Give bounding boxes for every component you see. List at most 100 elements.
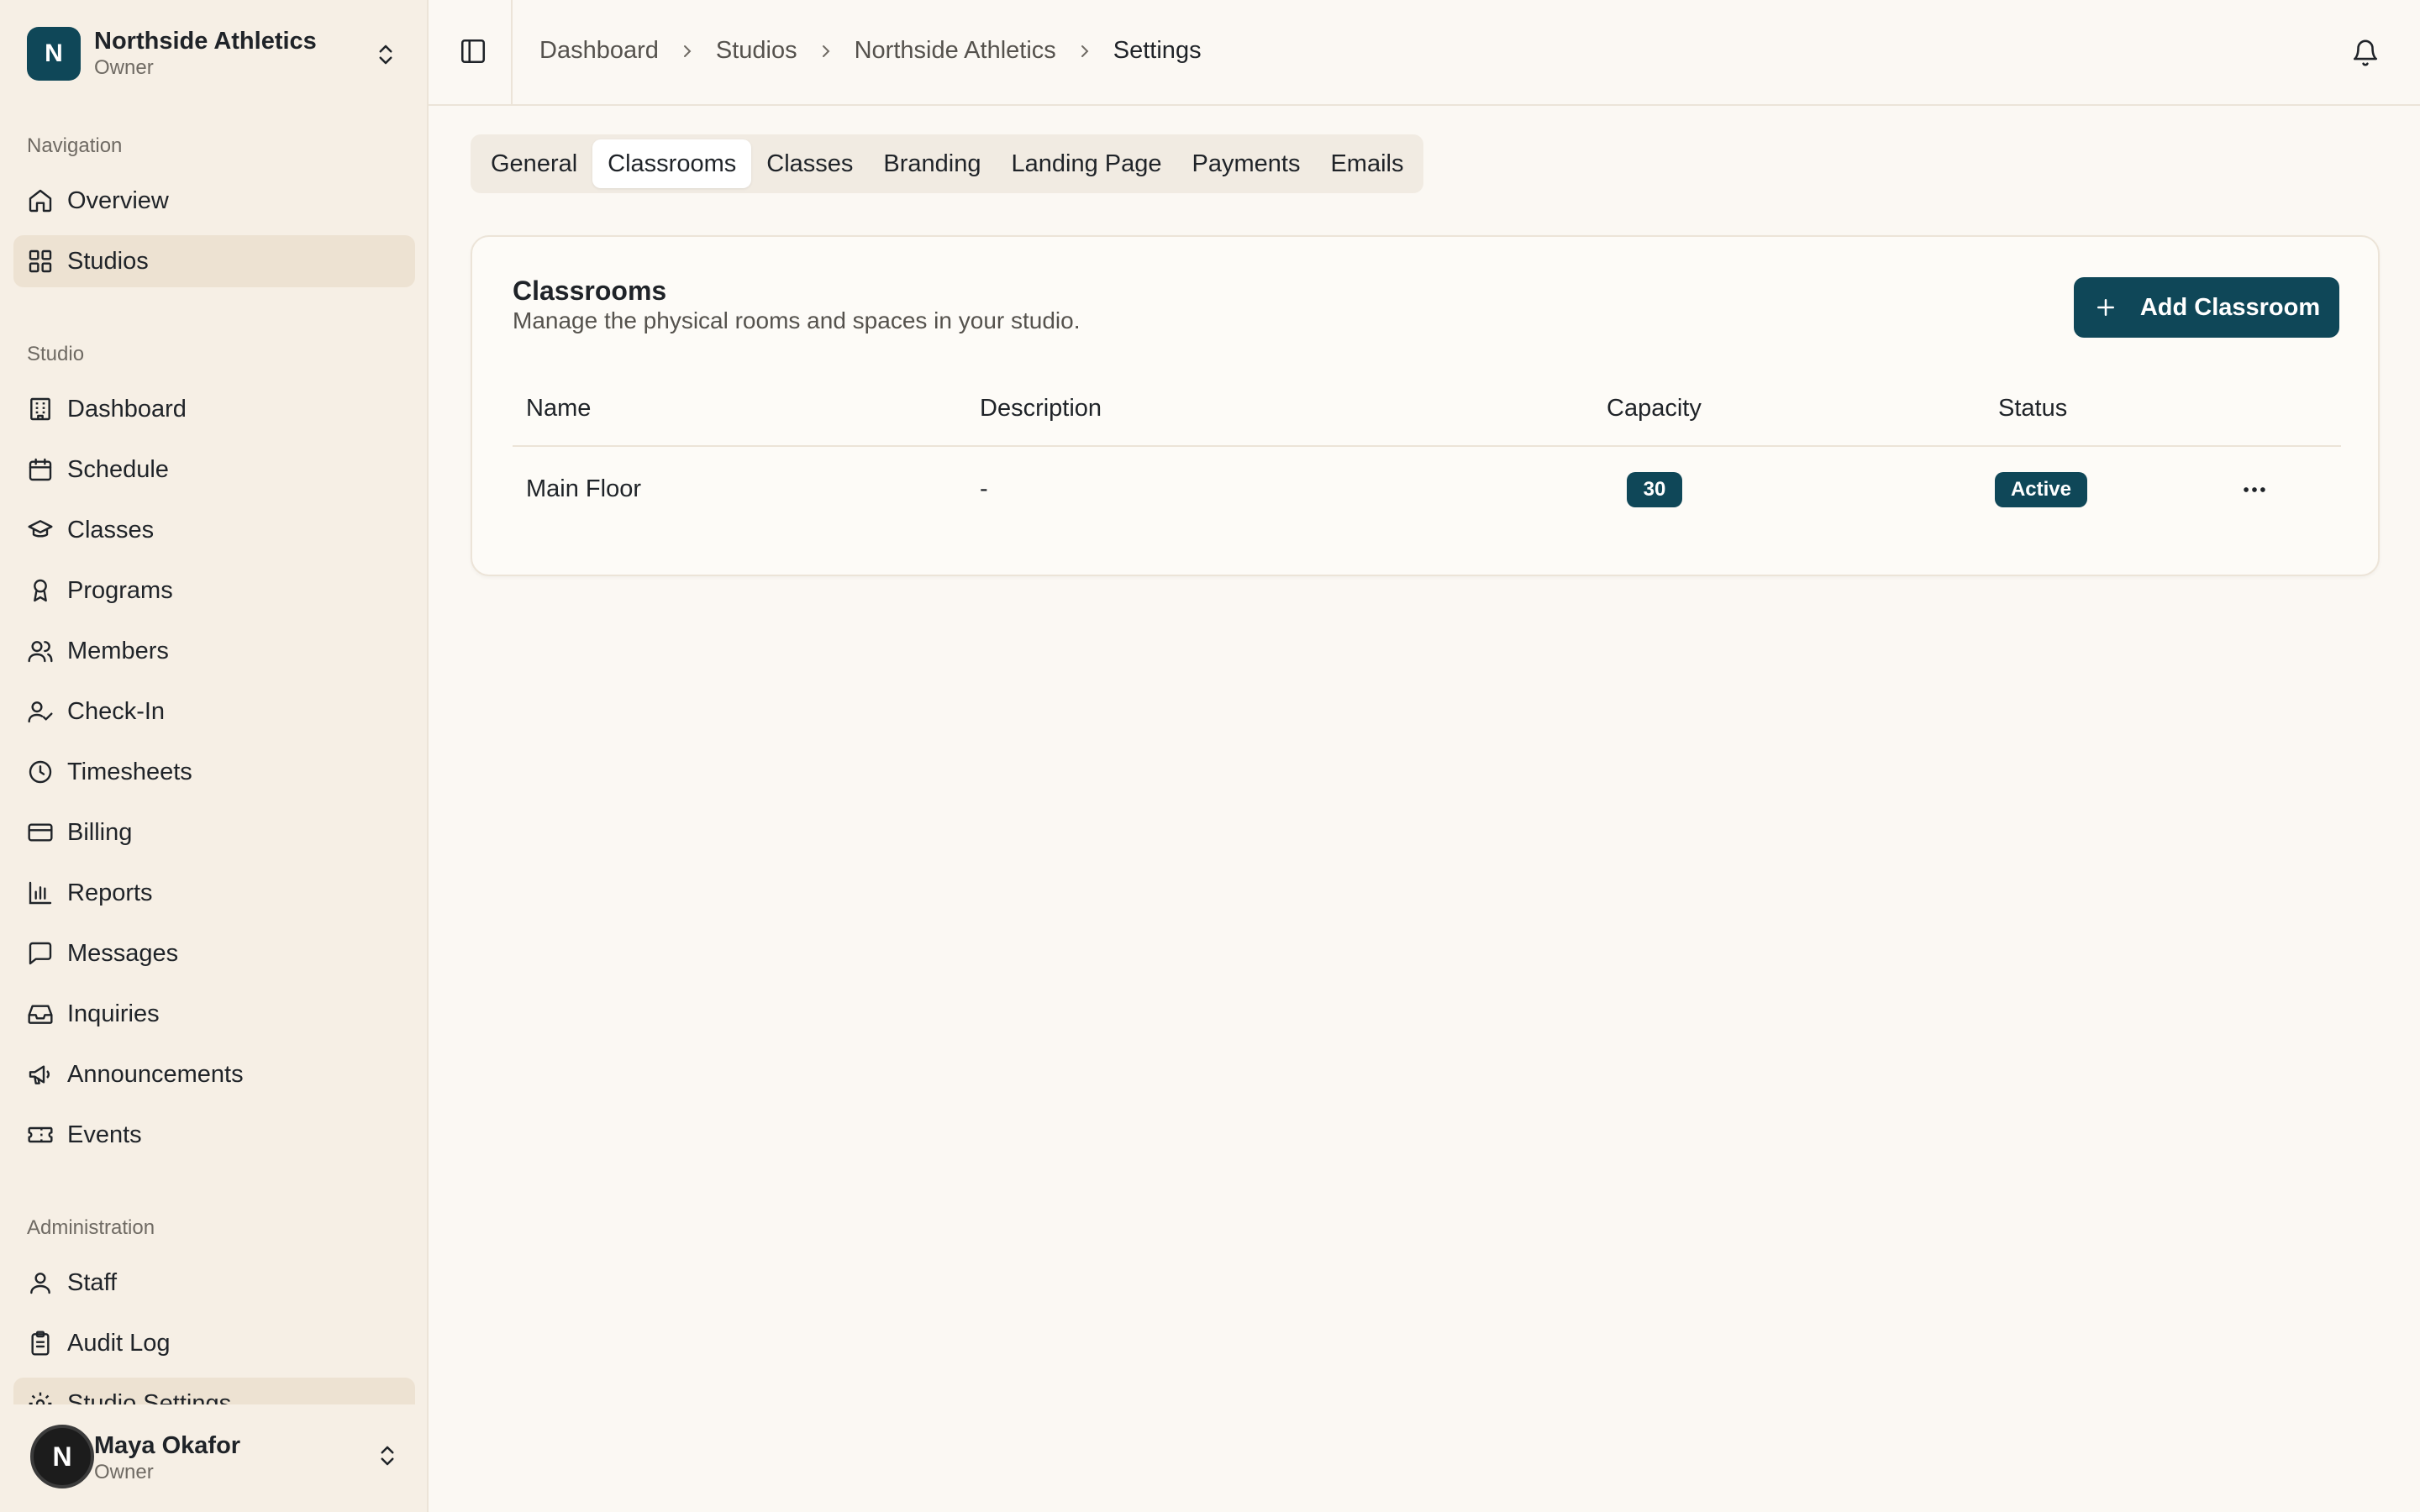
user-role: Owner (94, 1461, 154, 1483)
user-name: Maya Okafor (94, 1432, 241, 1459)
card-subtitle: Manage the physical rooms and spaces in … (513, 307, 1081, 333)
sidebar-item-label: Staff (67, 1268, 118, 1296)
sidebar-item-label: Billing (67, 818, 133, 846)
clipboard-icon (27, 1330, 54, 1357)
chevron-right-icon (822, 45, 830, 57)
sidebar-item-label: Schedule (67, 455, 169, 483)
capacity-badge: 30 (1627, 472, 1682, 507)
ticket-icon (27, 1121, 54, 1148)
sidebar-item-timesheets[interactable]: Timesheets (13, 746, 415, 798)
credit-card-icon (27, 819, 54, 846)
classrooms-card: Classrooms Manage the physical rooms and… (471, 235, 2380, 576)
org-switcher[interactable]: N Northside Athletics Owner (27, 25, 405, 82)
grid-icon (27, 248, 54, 275)
sidebar-item-classes[interactable]: Classes (13, 504, 415, 556)
sidebar-item-label: Messages (67, 939, 179, 967)
user-icon (27, 1269, 54, 1296)
breadcrumb-studios[interactable]: Studios (716, 37, 797, 65)
org-name: Northside Athletics (94, 28, 317, 55)
message-square-icon (27, 940, 54, 967)
sidebar-item-staff[interactable]: Staff (13, 1257, 415, 1309)
add-classroom-button[interactable]: Add Classroom (2074, 277, 2339, 338)
column-header-status: Status (1998, 395, 2068, 422)
sidebar-item-overview[interactable]: Overview (13, 175, 415, 227)
sidebar-item-label: Overview (67, 186, 169, 214)
user-check-icon (27, 698, 54, 725)
chevron-right-icon (1081, 45, 1089, 57)
breadcrumb-dashboard[interactable]: Dashboard (539, 37, 659, 65)
avatar: N (30, 1425, 94, 1488)
cell-name: Main Floor (526, 475, 641, 502)
sidebar-item-label: Events (67, 1121, 142, 1148)
column-header-name: Name (526, 395, 592, 422)
sidebar-toggle-icon[interactable] (459, 37, 487, 66)
sidebar-item-label: Audit Log (67, 1329, 171, 1357)
user-menu[interactable]: N Maya Okafor Owner (0, 1404, 427, 1512)
users-icon (27, 638, 54, 664)
tab-classrooms[interactable]: Classrooms (592, 139, 752, 188)
sidebar: N Northside Athletics Owner Navigation O… (0, 0, 429, 1512)
calendar-icon (27, 456, 54, 483)
table-divider (513, 445, 2341, 447)
plus-icon (2096, 299, 2114, 316)
breadcrumb: Dashboard Studios Northside Athletics Se… (539, 37, 1202, 65)
sidebar-item-reports[interactable]: Reports (13, 867, 415, 919)
column-header-description: Description (980, 395, 1102, 422)
column-header-capacity: Capacity (1607, 395, 1702, 422)
org-avatar: N (27, 27, 81, 81)
org-role: Owner (94, 56, 154, 79)
chevrons-up-down-icon (379, 45, 392, 65)
sidebar-item-audit-log[interactable]: Audit Log (13, 1317, 415, 1369)
section-label-administration: Administration (27, 1216, 155, 1239)
sidebar-item-label: Reports (67, 879, 153, 906)
breadcrumb-studio[interactable]: Northside Athletics (855, 37, 1056, 65)
building-icon (27, 396, 54, 423)
breadcrumb-current: Settings (1113, 37, 1202, 64)
sidebar-item-label: Timesheets (67, 758, 192, 785)
sidebar-item-dashboard[interactable]: Dashboard (13, 383, 415, 435)
chevron-right-icon (683, 45, 692, 57)
app-shell: N Northside Athletics Owner Navigation O… (0, 0, 2420, 1512)
sidebar-item-events[interactable]: Events (13, 1109, 415, 1161)
topbar-divider (511, 0, 513, 106)
topbar: Dashboard Studios Northside Athletics Se… (429, 0, 2420, 106)
user-text: Maya Okafor Owner (94, 1431, 240, 1485)
main-content: Dashboard Studios Northside Athletics Se… (429, 0, 2420, 1512)
sidebar-item-inquiries[interactable]: Inquiries (13, 988, 415, 1040)
sidebar-item-programs[interactable]: Programs (13, 564, 415, 617)
tab-branding[interactable]: Branding (868, 139, 996, 188)
bar-chart-icon (27, 879, 54, 906)
sidebar-item-billing[interactable]: Billing (13, 806, 415, 858)
tab-payments[interactable]: Payments (1177, 139, 1316, 188)
sidebar-item-check-in[interactable]: Check-In (13, 685, 415, 738)
tab-emails[interactable]: Emails (1315, 139, 1418, 188)
sidebar-item-label: Announcements (67, 1060, 244, 1088)
sidebar-item-announcements[interactable]: Announcements (13, 1048, 415, 1100)
megaphone-icon (27, 1061, 54, 1088)
clock-icon (27, 759, 54, 785)
section-label-navigation: Navigation (27, 134, 123, 157)
tab-general[interactable]: General (476, 139, 592, 188)
sidebar-item-label: Programs (67, 576, 173, 604)
sidebar-item-label: Check-In (67, 697, 166, 725)
sidebar-item-members[interactable]: Members (13, 625, 415, 677)
graduation-cap-icon (27, 517, 54, 543)
sidebar-item-messages[interactable]: Messages (13, 927, 415, 979)
sidebar-item-label: Inquiries (67, 1000, 160, 1027)
inbox-icon (27, 1000, 54, 1027)
tab-classes[interactable]: Classes (751, 139, 868, 188)
sidebar-item-label: Dashboard (67, 395, 187, 423)
sidebar-item-label: Studios (67, 247, 149, 275)
status-badge: Active (1995, 472, 2087, 507)
sidebar-item-studios[interactable]: Studios (13, 235, 415, 287)
settings-tabs: General Classrooms Classes Branding Land… (471, 134, 1424, 193)
sidebar-item-schedule[interactable]: Schedule (13, 444, 415, 496)
bell-icon[interactable] (2351, 39, 2380, 67)
add-classroom-label: Add Classroom (2139, 293, 2321, 321)
award-icon (27, 577, 54, 604)
more-horizontal-icon[interactable] (2240, 475, 2269, 504)
tab-landing-page[interactable]: Landing Page (997, 139, 1177, 188)
cell-description: - (980, 475, 988, 502)
card-title: Classrooms (513, 276, 667, 306)
home-icon (27, 187, 54, 214)
